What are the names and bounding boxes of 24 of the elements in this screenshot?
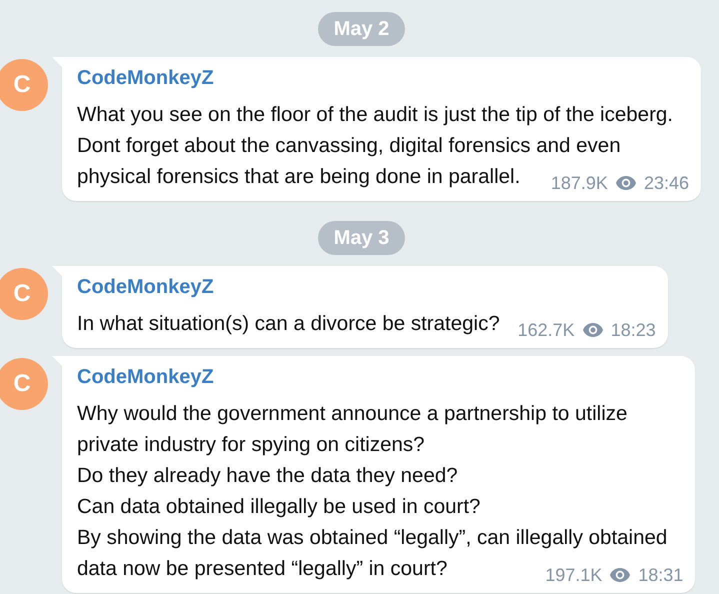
author-name[interactable]: CodeMonkeyZ bbox=[77, 275, 214, 299]
message-text: Can data obtained illegally be used in court? bbox=[77, 494, 480, 520]
date-label: May 3 bbox=[318, 221, 406, 255]
message-text: private industry for spying on citizens? bbox=[77, 432, 425, 458]
message-time: 23:46 bbox=[644, 173, 689, 193]
message-text: Why would the government announce a partnership to utilize bbox=[77, 401, 628, 427]
message-text: Dont forget about the canvassing, digital forensics and even bbox=[77, 133, 621, 159]
date-label: May 2 bbox=[318, 12, 406, 46]
view-count: 162.7K bbox=[518, 320, 575, 340]
message-time: 18:23 bbox=[610, 320, 656, 340]
message-text: Do they already have the data they need? bbox=[77, 463, 458, 489]
view-count: 187.9K bbox=[550, 173, 608, 193]
message-time: 18:31 bbox=[638, 565, 684, 585]
eye-icon bbox=[609, 567, 632, 583]
message-text: What you see on the floor of the audit is just the tip of the iceberg. bbox=[77, 102, 673, 128]
eye-icon bbox=[614, 175, 637, 191]
message-text: physical forensics that are being done in parallel. bbox=[77, 164, 520, 190]
author-name[interactable]: CodeMonkeyZ bbox=[77, 365, 214, 389]
author-name[interactable]: CodeMonkeyZ bbox=[77, 66, 214, 90]
message-text: By showing the data was obtained “legally”, can illegally obtained bbox=[77, 525, 668, 551]
message-text: In what situation(s) can a divorce be strategic? bbox=[77, 311, 500, 337]
view-count: 197.1K bbox=[545, 565, 602, 585]
message-text: data now be presented “legally” in court? bbox=[77, 556, 448, 582]
eye-icon bbox=[582, 322, 604, 338]
